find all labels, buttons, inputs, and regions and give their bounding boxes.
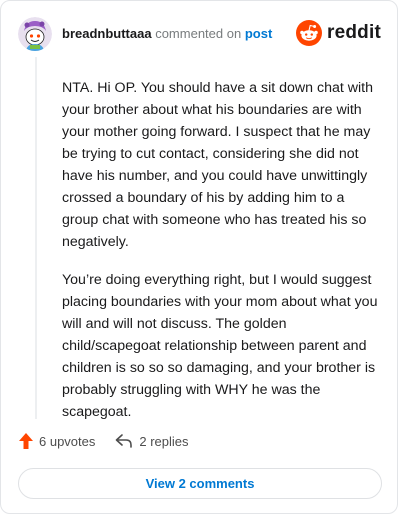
post-link[interactable]: post bbox=[245, 26, 272, 41]
replies-count: 2 replies bbox=[139, 433, 189, 449]
replies-button[interactable]: 2 replies bbox=[115, 433, 189, 449]
comment-header: breadnbuttaaa commented on post bbox=[62, 26, 272, 42]
reddit-snoo-icon bbox=[296, 20, 323, 46]
thread-line[interactable] bbox=[35, 57, 37, 419]
upvote-count: 6 upvotes bbox=[39, 433, 96, 449]
upvote-button[interactable]: 6 upvotes bbox=[19, 433, 95, 449]
reddit-logo[interactable]: reddit bbox=[296, 20, 381, 46]
view-comments-button[interactable]: View 2 comments bbox=[18, 468, 382, 499]
reply-arrow-icon bbox=[116, 434, 133, 448]
reddit-wordmark: reddit bbox=[327, 22, 381, 43]
avatar[interactable] bbox=[18, 17, 52, 51]
comment-card: breadnbuttaaa commented on post reddit N… bbox=[0, 0, 398, 514]
comment-actions: 6 upvotes 2 replies bbox=[19, 433, 189, 449]
commented-on-text: commented on bbox=[155, 26, 242, 41]
comment-paragraph-1: NTA. Hi OP. You should have a sit down c… bbox=[62, 80, 373, 250]
comment-body: NTA. Hi OP. You should have a sit down c… bbox=[62, 77, 380, 439]
comment-paragraph-2: You’re doing everything right, but I wou… bbox=[62, 272, 378, 420]
username-link[interactable]: breadnbuttaaa bbox=[62, 26, 152, 41]
upvote-arrow-icon bbox=[19, 433, 33, 449]
